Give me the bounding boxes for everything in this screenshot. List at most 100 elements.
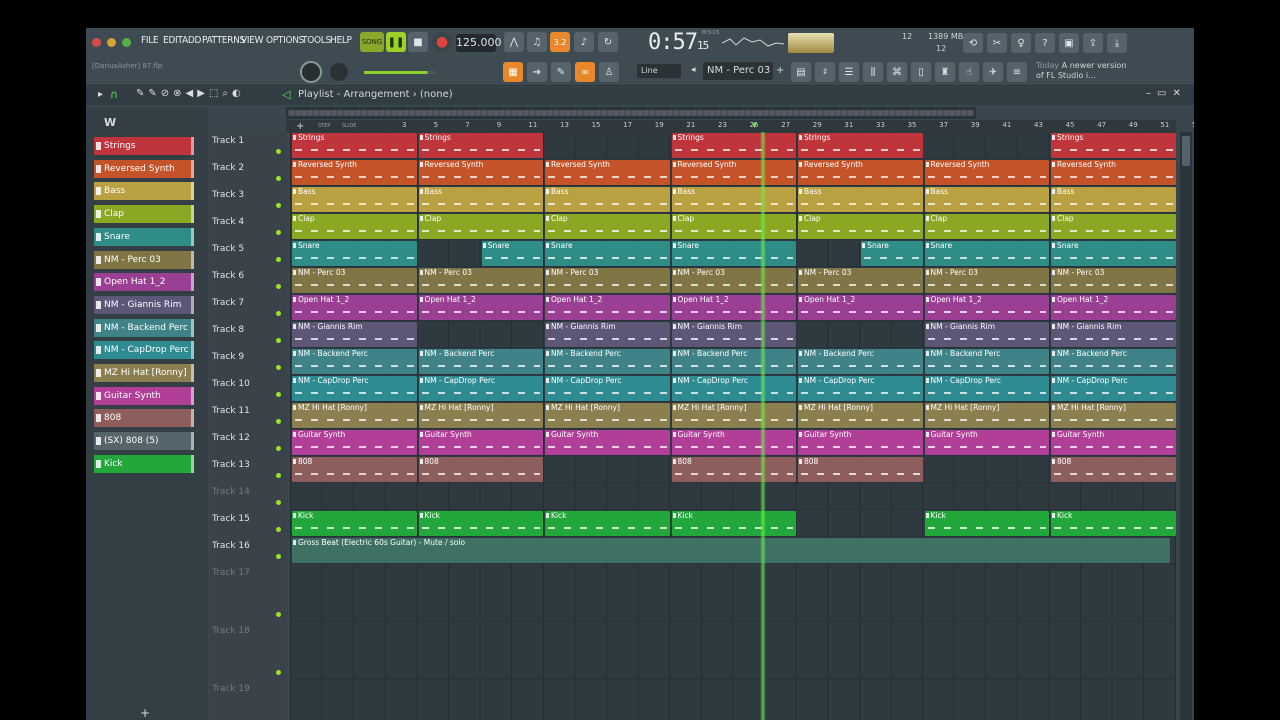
- pattern-clip[interactable]: NM - Backend Perc: [545, 349, 670, 374]
- channel-bass[interactable]: Bass: [94, 182, 194, 201]
- link-button[interactable]: ∞: [575, 62, 595, 82]
- track-mute-led[interactable]: [276, 392, 281, 397]
- track-lane[interactable]: [290, 622, 1176, 680]
- track-lane[interactable]: Guitar Synth Guitar Synth Guitar Synth Guit…: [290, 429, 1176, 456]
- pattern-clip[interactable]: Clap: [1051, 214, 1176, 239]
- loop-record-button[interactable]: ↻: [598, 32, 618, 52]
- pattern-clip[interactable]: Open Hat 1_2: [418, 295, 543, 320]
- track-mute-led[interactable]: [276, 527, 281, 532]
- pattern-clip[interactable]: Guitar Synth: [1051, 430, 1176, 455]
- maximize-dot[interactable]: [122, 38, 131, 47]
- pattern-clip[interactable]: Clap: [418, 214, 543, 239]
- pattern-clip[interactable]: Bass: [1051, 187, 1176, 212]
- menu-add[interactable]: ADD: [182, 35, 201, 46]
- pattern-clip[interactable]: NM - Perc 03: [1051, 268, 1176, 293]
- playlist-menu-icon[interactable]: ▸: [98, 89, 103, 100]
- pattern-clip[interactable]: NM - CapDrop Perc: [671, 376, 796, 401]
- tools-button[interactable]: ✈: [983, 62, 1003, 82]
- pattern-clip[interactable]: Snare: [292, 241, 417, 266]
- pattern-clip[interactable]: Kick: [1051, 511, 1176, 536]
- track-mute-led[interactable]: [276, 203, 281, 208]
- track-mute-led[interactable]: [276, 365, 281, 370]
- plugin-picker-button[interactable]: ⌘: [887, 62, 907, 82]
- pattern-clip[interactable]: NM - Perc 03: [924, 268, 1049, 293]
- track-header[interactable]: Track 12: [210, 429, 286, 456]
- pattern-clip[interactable]: NM - Giannis Rim: [292, 322, 417, 347]
- track-lane[interactable]: Clap Clap Clap Clap Clap Clap Clap: [290, 213, 1176, 240]
- pattern-clip[interactable]: Snare: [545, 241, 670, 266]
- pattern-clip[interactable]: Open Hat 1_2: [924, 295, 1049, 320]
- pattern-clip[interactable]: MZ Hi Hat [Ronny]: [924, 403, 1049, 428]
- channel-rack-button[interactable]: ☰: [839, 62, 859, 82]
- pattern-clip[interactable]: Snare: [671, 241, 796, 266]
- pattern-clip[interactable]: NM - Perc 03: [292, 268, 417, 293]
- track-lane[interactable]: NM - Perc 03 NM - Perc 03 NM - Perc 03 NM -…: [290, 267, 1176, 294]
- master-volume-slider[interactable]: [364, 71, 436, 74]
- pattern-clip[interactable]: Bass: [545, 187, 670, 212]
- pattern-clip[interactable]: NM - Perc 03: [671, 268, 796, 293]
- pattern-add-icon[interactable]: +: [776, 65, 784, 76]
- automation-clip[interactable]: Gross Beat (Electric 60s Guitar) - Mute …: [292, 538, 1170, 563]
- pattern-clip[interactable]: Bass: [292, 187, 417, 212]
- track-header[interactable]: Track 14: [210, 483, 286, 510]
- snap-button[interactable]: 3.2: [550, 32, 570, 52]
- track-lane[interactable]: 808 808 808 808 808: [290, 456, 1176, 483]
- timeline-ruler[interactable]: + STEP SLIDE 3 5 7 9 11 13 15 17 19 21 23 25 27 29 31 3…: [286, 120, 1194, 132]
- track-header[interactable]: Track 13: [210, 456, 286, 483]
- track-lane[interactable]: NM - CapDrop Perc NM - CapDrop Perc NM - C…: [290, 375, 1176, 402]
- pattern-clip[interactable]: 808: [292, 457, 417, 482]
- channel-open-hat-1-2[interactable]: Open Hat 1_2: [94, 273, 194, 292]
- pattern-clip[interactable]: 808: [418, 457, 543, 482]
- pattern-clip[interactable]: 808: [798, 457, 923, 482]
- pattern-clip[interactable]: Guitar Synth: [292, 430, 417, 455]
- menu-file[interactable]: FILE: [141, 35, 159, 46]
- pattern-clip[interactable]: Guitar Synth: [671, 430, 796, 455]
- pattern-prev-icon[interactable]: ◂: [691, 65, 696, 75]
- pattern-clip[interactable]: Guitar Synth: [924, 430, 1049, 455]
- track-lane[interactable]: NM - Giannis Rim NM - Giannis Rim NM - Gia…: [290, 321, 1176, 348]
- pattern-clip[interactable]: Snare: [861, 241, 923, 266]
- track-header[interactable]: Track 11: [210, 402, 286, 429]
- pattern-clip[interactable]: Reversed Synth: [418, 160, 543, 185]
- pattern-clip[interactable]: NM - Perc 03: [418, 268, 543, 293]
- pattern-clip[interactable]: Open Hat 1_2: [798, 295, 923, 320]
- vertical-scrollbar[interactable]: [1180, 132, 1192, 720]
- pattern-clip[interactable]: Clap: [292, 214, 417, 239]
- mic-button[interactable]: ♀: [1011, 33, 1031, 53]
- track-header[interactable]: Track 5: [210, 240, 286, 267]
- undo-history-button[interactable]: ⟲: [963, 33, 983, 53]
- track-lane[interactable]: [290, 564, 1176, 622]
- pattern-clip[interactable]: Reversed Synth: [1051, 160, 1176, 185]
- pattern-clip[interactable]: Strings: [671, 133, 796, 158]
- cut-button[interactable]: ✂: [987, 33, 1007, 53]
- pattern-clip[interactable]: Kick: [545, 511, 670, 536]
- pattern-clip[interactable]: MZ Hi Hat [Ronny]: [671, 403, 796, 428]
- master-volume-knob[interactable]: [300, 61, 322, 83]
- pattern-clip[interactable]: Bass: [924, 187, 1049, 212]
- menu-help[interactable]: HELP: [330, 35, 352, 46]
- pattern-clip[interactable]: Snare: [1051, 241, 1176, 266]
- track-header[interactable]: Track 3: [210, 186, 286, 213]
- magnet-icon[interactable]: ∩: [110, 88, 118, 101]
- browser-button[interactable]: ▯: [911, 62, 931, 82]
- pattern-clip[interactable]: Strings: [292, 133, 417, 158]
- minimize-dot[interactable]: [107, 38, 116, 47]
- time-display[interactable]: 0:5715: [648, 30, 709, 55]
- add-channel-icon[interactable]: +: [140, 706, 150, 720]
- pattern-clip[interactable]: Kick: [418, 511, 543, 536]
- pattern-clip[interactable]: Clap: [798, 214, 923, 239]
- pattern-clip[interactable]: Open Hat 1_2: [292, 295, 417, 320]
- pattern-clip[interactable]: Bass: [671, 187, 796, 212]
- news-button[interactable]: ≡: [1007, 62, 1027, 82]
- menu-tools[interactable]: TOOLS: [302, 35, 331, 46]
- track-mute-led[interactable]: [276, 670, 281, 675]
- track-lane[interactable]: Snare Snare Snare Snare Snare Snare Snare: [290, 240, 1176, 267]
- track-header[interactable]: Track 18: [210, 622, 286, 680]
- wait-input-button[interactable]: ♫: [527, 32, 547, 52]
- pattern-clip[interactable]: MZ Hi Hat [Ronny]: [798, 403, 923, 428]
- channel-nm-backend-perc[interactable]: NM - Backend Perc: [94, 318, 194, 337]
- pattern-clip[interactable]: Open Hat 1_2: [545, 295, 670, 320]
- pattern-clip[interactable]: NM - CapDrop Perc: [1051, 376, 1176, 401]
- pattern-clip[interactable]: Clap: [924, 214, 1049, 239]
- pattern-clip[interactable]: NM - CapDrop Perc: [292, 376, 417, 401]
